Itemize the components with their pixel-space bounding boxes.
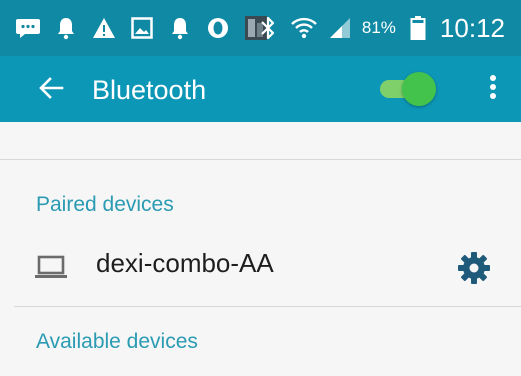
divider: [14, 306, 521, 307]
paired-device-row[interactable]: dexi-combo-AA: [0, 236, 521, 302]
bluetooth-toggle[interactable]: [376, 72, 436, 106]
status-system-icons: 81% 10:12: [254, 12, 505, 44]
laptop-icon: [34, 252, 68, 282]
device-settings-button[interactable]: [456, 251, 492, 290]
toggle-thumb: [402, 72, 436, 106]
divider: [0, 159, 521, 160]
device-name: dexi-combo-AA: [96, 248, 274, 278]
clock: 10:12: [439, 12, 505, 43]
notification-bell-icon: [52, 14, 80, 42]
page-title: Bluetooth: [92, 75, 207, 105]
paired-devices-header: Paired devices: [36, 193, 174, 216]
bluetooth-icon: [254, 14, 282, 42]
arrow-left-icon: [38, 76, 64, 104]
more-vert-icon: [489, 74, 497, 105]
gear-icon: [457, 251, 491, 290]
wifi-icon: [290, 14, 318, 42]
app-bar: Bluetooth: [0, 56, 521, 122]
battery-percent: 81%: [361, 18, 396, 37]
notification-bell-icon: [166, 14, 194, 42]
available-devices-header: Available devices: [36, 330, 198, 353]
overflow-menu-button[interactable]: [478, 72, 508, 106]
opera-icon: [204, 14, 232, 42]
gallery-icon: [128, 14, 156, 42]
battery-icon: [404, 14, 432, 42]
warning-icon: [90, 14, 118, 42]
status-notification-icons: [14, 14, 270, 42]
message-icon: [14, 14, 42, 42]
status-bar: 81% 10:12: [0, 0, 521, 56]
back-button[interactable]: [34, 73, 68, 107]
signal-icon: [326, 14, 354, 42]
